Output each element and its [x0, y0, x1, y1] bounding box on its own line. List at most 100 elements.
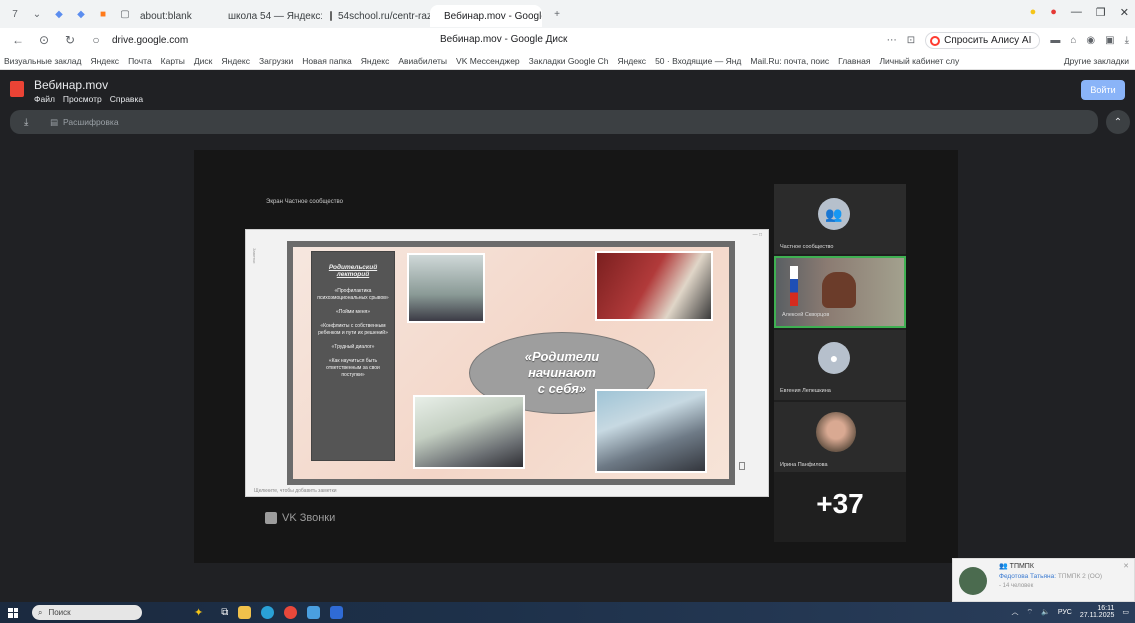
windows-start-icon[interactable]: [8, 607, 18, 618]
bookmark-item[interactable]: Диск: [194, 56, 212, 66]
lectorium-item: «Конфликты с собственным ребенком и пути…: [318, 323, 388, 336]
hat-icon[interactable]: ▬: [1050, 35, 1060, 46]
tab-drive-active[interactable]: Вебинар.mov - Google✕: [430, 5, 542, 27]
network-icon[interactable]: ⌔: [1027, 608, 1034, 617]
bookmark-item[interactable]: Авиабилеты: [398, 56, 447, 66]
bookmark-item[interactable]: Mail.Ru: почта, поис: [750, 56, 829, 66]
download-icon[interactable]: ⤓: [24, 117, 36, 128]
extension-icon[interactable]: ⌂: [1070, 35, 1076, 46]
bookmark-item[interactable]: Личный кабинет слу: [879, 56, 959, 66]
bookmark-item[interactable]: 50 · Входящие — Янд: [655, 56, 741, 66]
other-bookmarks[interactable]: Другие закладки: [1064, 56, 1129, 66]
protect-icon[interactable]: ⊙: [36, 33, 52, 47]
bookmark-icon[interactable]: ⊡: [907, 35, 915, 46]
bookmark-item[interactable]: Яндекс: [221, 56, 250, 66]
clock[interactable]: 16:11 27.11.2025: [1080, 605, 1115, 619]
bookmark-item[interactable]: Яндекс: [90, 56, 119, 66]
minimize-icon[interactable]: —: [1071, 6, 1082, 19]
notification-center-icon[interactable]: ▭: [1122, 608, 1129, 616]
lectorium-panel: Родительский лекторий «Профилактика псих…: [311, 251, 395, 461]
file-name: Вебинар.mov: [34, 78, 109, 92]
blank-page-icon[interactable]: ▢: [118, 7, 132, 21]
slide-panel-label: Заметки: [252, 248, 257, 264]
menu-view[interactable]: Просмотр: [63, 94, 102, 104]
tray-chevron-icon[interactable]: ︿: [1012, 607, 1019, 617]
taskbar-search[interactable]: ⌕ Поиск: [32, 605, 142, 620]
clock-date: 27.11.2025: [1079, 612, 1115, 619]
participant-tile[interactable]: 👥 Частное сообщество: [774, 184, 906, 254]
bookmark-item[interactable]: Визуальные заклад: [4, 56, 81, 66]
video-player[interactable]: Экран Частное сообщество Заметки — □ Род…: [194, 150, 958, 563]
bookmark-item[interactable]: Яндекс: [361, 56, 390, 66]
back-arrow-icon[interactable]: ←: [10, 33, 26, 47]
user-avatar-icon: ●: [818, 342, 850, 374]
new-tab-icon[interactable]: +: [550, 7, 564, 21]
volume-icon[interactable]: 🔈: [1041, 608, 1050, 616]
url-field[interactable]: drive.google.com: [112, 35, 188, 46]
edge-icon[interactable]: [261, 606, 275, 619]
download-icon[interactable]: ⤓: [1125, 35, 1129, 46]
participant-tile-speaking[interactable]: Алексей Скворцов: [774, 256, 906, 328]
window-controls: ● ● — ❐ ✕: [1030, 6, 1129, 19]
notification-group-label: ТПМПК: [1009, 563, 1034, 570]
group-chat-avatar: [959, 567, 987, 595]
bookmark-item[interactable]: Карты: [161, 56, 185, 66]
more-icon[interactable]: ⋯: [887, 35, 897, 46]
user-photo-avatar: [816, 412, 856, 452]
task-view-icon[interactable]: ⧉: [221, 607, 228, 618]
viewer-menu: Файл Просмотр Справка: [34, 94, 143, 104]
tab-orange-icon[interactable]: ■: [96, 7, 110, 21]
viewer-toolbar: ⤓ ▤ Расшифровка: [10, 110, 1098, 134]
reload-icon[interactable]: ↻: [62, 33, 78, 47]
site-info-icon[interactable]: ○: [88, 33, 104, 47]
bookmark-item[interactable]: VK Мессенджер: [456, 56, 520, 66]
notification-text: ТПМПК 2 (ОО): [1057, 573, 1103, 580]
tab-counter-icon[interactable]: 7: [8, 7, 22, 21]
participant-name: Частное сообщество: [780, 244, 834, 250]
bookmark-item[interactable]: Закладки Google Ch: [529, 56, 609, 66]
tab-about-blank[interactable]: about:blank: [132, 5, 214, 27]
login-button[interactable]: Войти: [1081, 80, 1125, 100]
word-icon[interactable]: [330, 606, 344, 619]
chevron-down-icon[interactable]: ⌄: [30, 7, 44, 21]
collapse-toolbar-button[interactable]: ⌃: [1106, 110, 1130, 134]
menu-help[interactable]: Справка: [110, 94, 143, 104]
close-window-icon[interactable]: ✕: [1120, 6, 1129, 19]
photo-speaker: [595, 251, 713, 321]
tab-yandex-search[interactable]: школа 54 — Яндекс: найд: [214, 5, 322, 27]
tab-54school[interactable]: 54school.ru/centr-razvitija: [322, 5, 430, 27]
bookmarks-bar: Визуальные заклад Яндекс Почта Карты Дис…: [0, 52, 1135, 70]
bookmark-item[interactable]: Загрузки: [259, 56, 293, 66]
bookmark-item[interactable]: Главная: [838, 56, 870, 66]
bookmark-item[interactable]: Почта: [128, 56, 152, 66]
language-indicator[interactable]: РУС: [1058, 609, 1072, 616]
file-explorer-icon[interactable]: [238, 606, 252, 619]
restore-icon[interactable]: ❐: [1096, 6, 1106, 19]
media-icon[interactable]: ◉: [1086, 35, 1095, 46]
browser-tab-bar: 7 ⌄ ◆ ◆ ■ ▢ about:blank школа 54 — Яндек…: [0, 0, 1135, 28]
transcription-button[interactable]: ▤ Расшифровка: [50, 117, 119, 128]
chat-notification[interactable]: 👥 ТПМПК Федотова Татьяна: ТПМПК 2 (ОО) -…: [952, 558, 1135, 602]
participant-tile[interactable]: Ирина Панфилова: [774, 402, 906, 472]
mouse-cursor-icon: [739, 462, 745, 470]
yandex-cashback-icon[interactable]: ●: [1030, 6, 1037, 19]
participant-name: Алексей Скворцов: [782, 312, 830, 318]
page-icon: [330, 11, 332, 21]
close-notification-icon[interactable]: ✕: [1123, 562, 1129, 570]
yandex-games-icon[interactable]: ◆: [52, 7, 66, 21]
notifications-icon[interactable]: ●: [1050, 6, 1057, 19]
ask-alice-button[interactable]: Спросить Алису AI: [925, 32, 1041, 49]
bookmark-item[interactable]: Новая папка: [302, 56, 352, 66]
telegram-icon[interactable]: [307, 606, 321, 619]
menu-file[interactable]: Файл: [34, 94, 55, 104]
yandex-browser-icon[interactable]: [284, 606, 298, 619]
sidebar-icon[interactable]: ▣: [1105, 35, 1114, 46]
slide-notes-hint: Щелкните, чтобы добавить заметки: [254, 488, 337, 494]
more-participants-count[interactable]: +37: [774, 488, 906, 520]
lectorium-title: Родительский лекторий: [328, 264, 378, 278]
participant-tile[interactable]: ● Евгения Лепешкина: [774, 330, 906, 400]
copilot-icon[interactable]: ✦: [194, 606, 203, 619]
bookmark-item[interactable]: Яндекс: [617, 56, 646, 66]
yandex-games-icon-2[interactable]: ◆: [74, 7, 88, 21]
lectorium-item: «Как научиться быть ответственным за сво…: [326, 358, 380, 378]
